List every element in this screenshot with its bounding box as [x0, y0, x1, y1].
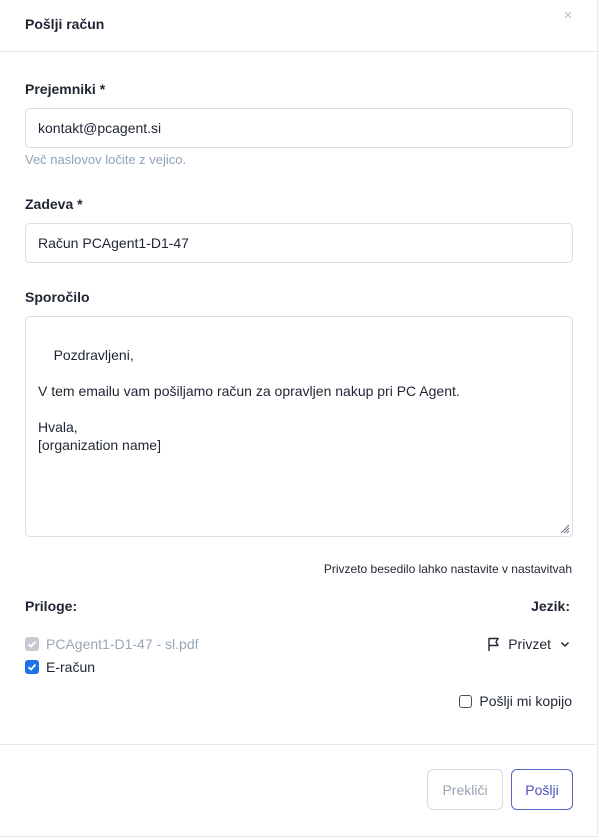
checkbox-checked-icon[interactable] — [25, 660, 39, 674]
attachment-e-invoice[interactable]: E-račun — [25, 659, 95, 675]
send-copy-option[interactable]: Pošlji mi kopijo — [459, 693, 572, 709]
message-text: Pozdravljeni, V tem emailu vam pošiljamo… — [38, 347, 460, 453]
send-invoice-dialog: Pošlji račun × Prejemniki * kontakt@pcag… — [0, 0, 598, 837]
attachment-pdf[interactable]: PCAgent1-D1-47 - sl.pdf — [25, 636, 199, 652]
message-textarea[interactable]: Pozdravljeni, V tem emailu vam pošiljamo… — [25, 316, 573, 537]
dialog-header: Pošlji račun × — [0, 0, 598, 52]
attachment-e-invoice-label: E-račun — [46, 659, 96, 675]
send-button[interactable]: Pošlji — [511, 769, 573, 810]
resize-grip-icon[interactable] — [558, 522, 570, 534]
flag-icon — [488, 637, 499, 651]
recipients-input[interactable]: kontakt@pcagent.si — [25, 108, 573, 148]
subject-label: Zadeva * — [25, 196, 83, 212]
recipients-label: Prejemniki * — [25, 81, 106, 97]
language-select[interactable]: Privzet — [487, 636, 570, 652]
language-label: Jezik: — [531, 598, 570, 614]
checkbox-checked-disabled-icon[interactable] — [25, 637, 39, 651]
checkbox-empty-icon[interactable] — [459, 694, 473, 708]
send-copy-label: Pošlji mi kopijo — [479, 693, 572, 709]
chevron-down-icon — [560, 641, 570, 647]
attachments-label: Priloge: — [25, 598, 78, 614]
settings-note: Privzeto besedilo lahko nastavite v nast… — [323, 562, 572, 576]
message-label: Sporočilo — [25, 289, 90, 305]
footer-divider — [0, 744, 598, 745]
recipients-hint: Več naslovov ločite z vejico. — [25, 152, 187, 167]
dialog-title: Pošlji račun — [25, 16, 105, 32]
attachment-pdf-label: PCAgent1-D1-47 - sl.pdf — [46, 636, 199, 652]
subject-input[interactable]: Račun PCAgent1-D1-47 — [25, 223, 573, 263]
close-icon[interactable]: × — [560, 8, 576, 24]
cancel-button[interactable]: Prekliči — [427, 769, 503, 810]
language-selected: Privzet — [508, 636, 551, 652]
